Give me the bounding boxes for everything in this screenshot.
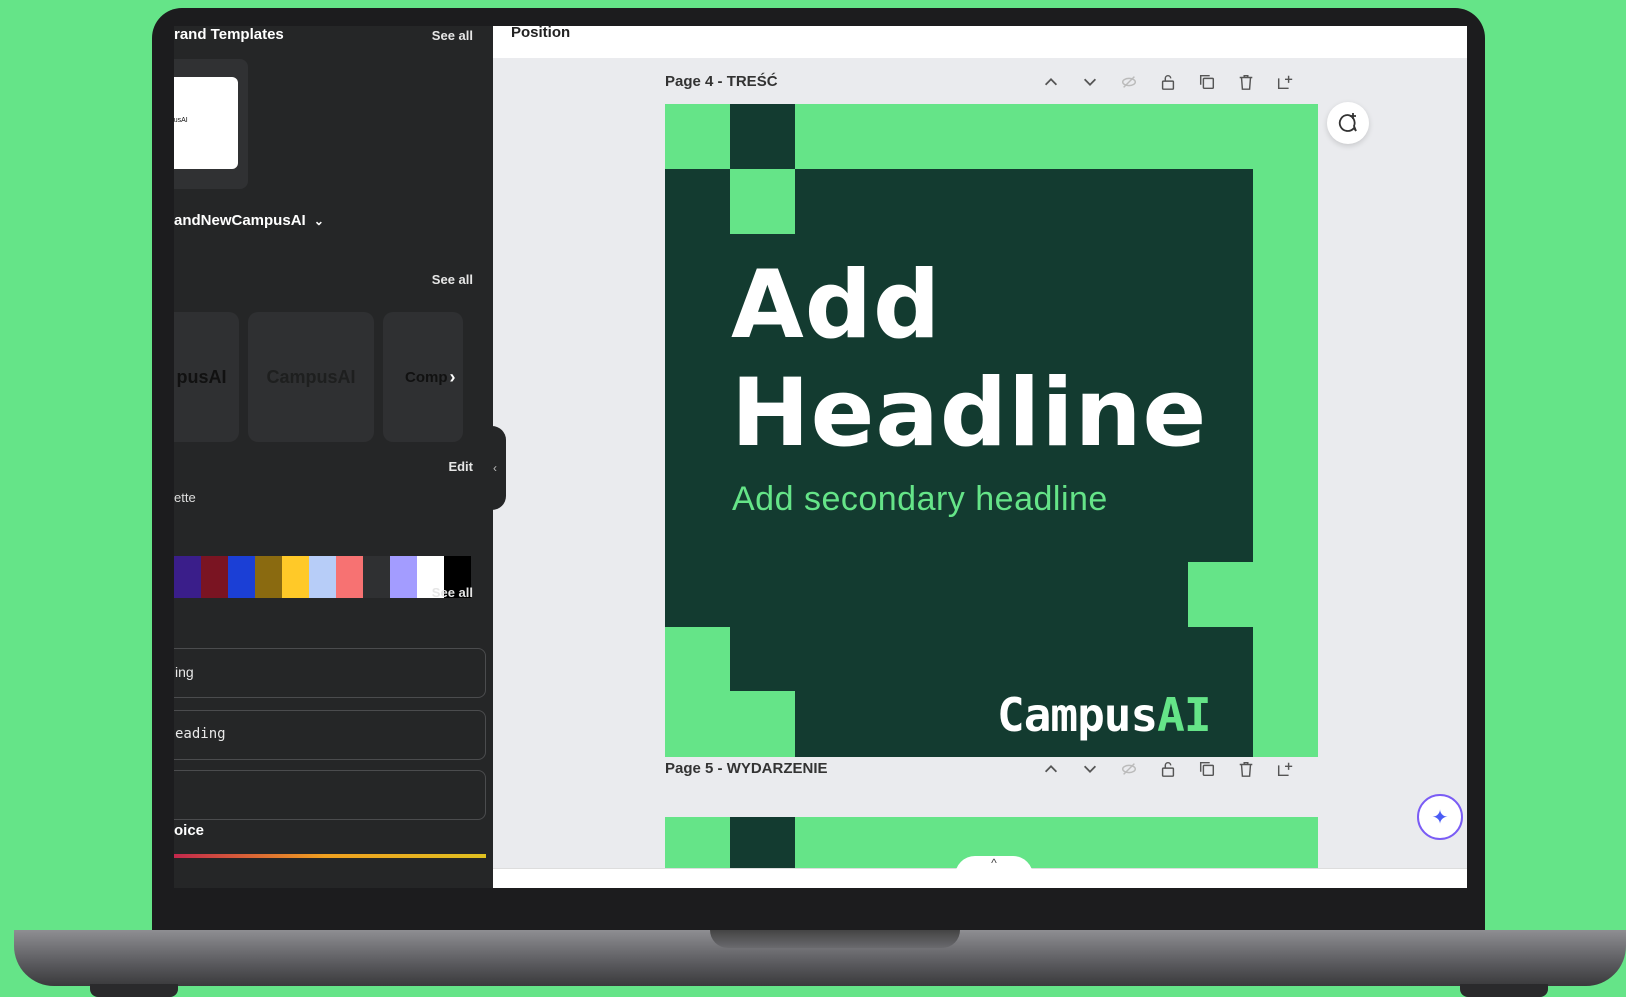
brand-panel: rand Templates See all mpusAI andNewCamp… (174, 26, 493, 888)
font-style-body[interactable] (174, 770, 486, 820)
editor-toolbar: Position (493, 26, 1467, 58)
comment-add-icon (1338, 113, 1357, 132)
palette-swatch[interactable] (336, 556, 363, 598)
logo-card-2[interactable]: CampusAI (248, 312, 374, 442)
chevron-down-icon[interactable] (1078, 70, 1102, 94)
refresh-comment-button[interactable] (1327, 102, 1369, 144)
chevron-right-icon[interactable]: › (450, 367, 456, 388)
palette-swatch[interactable] (255, 556, 282, 598)
palette-swatch[interactable] (390, 556, 417, 598)
page-5-label: Page 5 - WYDARZENIE (665, 760, 828, 777)
duplicate-icon[interactable] (1195, 70, 1219, 94)
duplicate-icon[interactable] (1195, 757, 1219, 781)
laptop-foot-right (1460, 984, 1548, 997)
chevron-up-icon[interactable] (1039, 757, 1063, 781)
collapse-panel-button[interactable]: ‹ (484, 426, 506, 510)
logo-card-3-label: Comp (405, 368, 448, 386)
palette-swatch[interactable] (174, 556, 201, 598)
page-4-canvas[interactable]: Add Headline Add secondary headline Camp… (665, 104, 1318, 757)
brand-voice-heading: oice (174, 822, 205, 839)
chevron-left-icon: ‹ (493, 461, 497, 475)
expand-pages-button[interactable]: ^ (955, 856, 1033, 878)
fonts-see-all-link[interactable]: See all (432, 585, 473, 600)
canvas-block (730, 691, 795, 757)
brand-templates-heading: rand Templates (174, 26, 284, 43)
campusai-logo[interactable]: CampusAI (997, 688, 1212, 742)
palette-swatch[interactable] (363, 556, 390, 598)
canvas-block (665, 627, 730, 757)
logos-see-all-link[interactable]: See all (432, 272, 473, 287)
voice-bar (174, 854, 486, 858)
canvas-block (1188, 562, 1253, 627)
page-4-tools (1039, 70, 1297, 94)
sparkle-icon: ✦ (1431, 806, 1449, 829)
lock-icon[interactable] (1156, 70, 1180, 94)
hide-icon[interactable] (1117, 757, 1141, 781)
brand-kit-selector[interactable]: andNewCampusAI ⌄ (174, 212, 324, 229)
logo-word: Campus (997, 688, 1158, 742)
palette-title: ette (174, 490, 196, 505)
add-page-icon[interactable] (1273, 757, 1297, 781)
palette-swatch[interactable] (282, 556, 309, 598)
logo-card-1-label: pusAI (176, 366, 227, 387)
canvas-block (730, 104, 795, 169)
headline-text[interactable]: Add Headline (731, 252, 1207, 468)
color-palette (174, 556, 471, 598)
font-style-heading-label: ing (175, 664, 194, 680)
page-5-tools (1039, 757, 1297, 781)
chevron-down-icon: ⌄ (313, 214, 324, 228)
palette-swatch[interactable] (309, 556, 336, 598)
logo-suffix: AI (1157, 688, 1211, 742)
brand-kit-name: andNewCampusAI (174, 212, 306, 229)
logo-card-2-label: CampusAI (266, 366, 356, 387)
laptop-notch (710, 930, 960, 948)
headline-line-1: Add (731, 251, 942, 360)
delete-icon[interactable] (1234, 70, 1258, 94)
brand-template-thumbnail: mpusAI (174, 77, 238, 169)
secondary-headline-text[interactable]: Add secondary headline (732, 480, 1108, 519)
chevron-down-icon[interactable] (1078, 757, 1102, 781)
canvas-block (730, 169, 795, 234)
magic-assistant-button[interactable]: ✦ (1417, 794, 1463, 840)
lock-icon[interactable] (1156, 757, 1180, 781)
palette-swatch[interactable] (201, 556, 228, 598)
laptop-foot-left (90, 984, 178, 997)
position-button[interactable]: Position (511, 26, 570, 41)
delete-icon[interactable] (1234, 757, 1258, 781)
page-4-label: Page 4 - TREŚĆ (665, 73, 778, 90)
chevron-up-icon[interactable] (1039, 70, 1063, 94)
palette-edit-link[interactable]: Edit (448, 459, 473, 474)
font-style-heading[interactable]: ing (174, 648, 486, 698)
brand-template-card[interactable]: mpusAI (174, 59, 248, 189)
palette-swatch[interactable] (228, 556, 255, 598)
font-style-subheading-label: eading (175, 726, 226, 742)
add-page-icon[interactable] (1273, 70, 1297, 94)
chevron-up-icon: ^ (991, 856, 997, 870)
font-style-subheading[interactable]: eading (174, 710, 486, 760)
logo-card-1[interactable]: pusAI (174, 312, 239, 442)
hide-icon[interactable] (1117, 70, 1141, 94)
logo-card-3[interactable]: Comp › (383, 312, 463, 442)
screen: rand Templates See all mpusAI andNewCamp… (174, 26, 1467, 888)
headline-line-2: Headline (731, 359, 1208, 468)
brand-templates-see-all-link[interactable]: See all (432, 28, 473, 43)
